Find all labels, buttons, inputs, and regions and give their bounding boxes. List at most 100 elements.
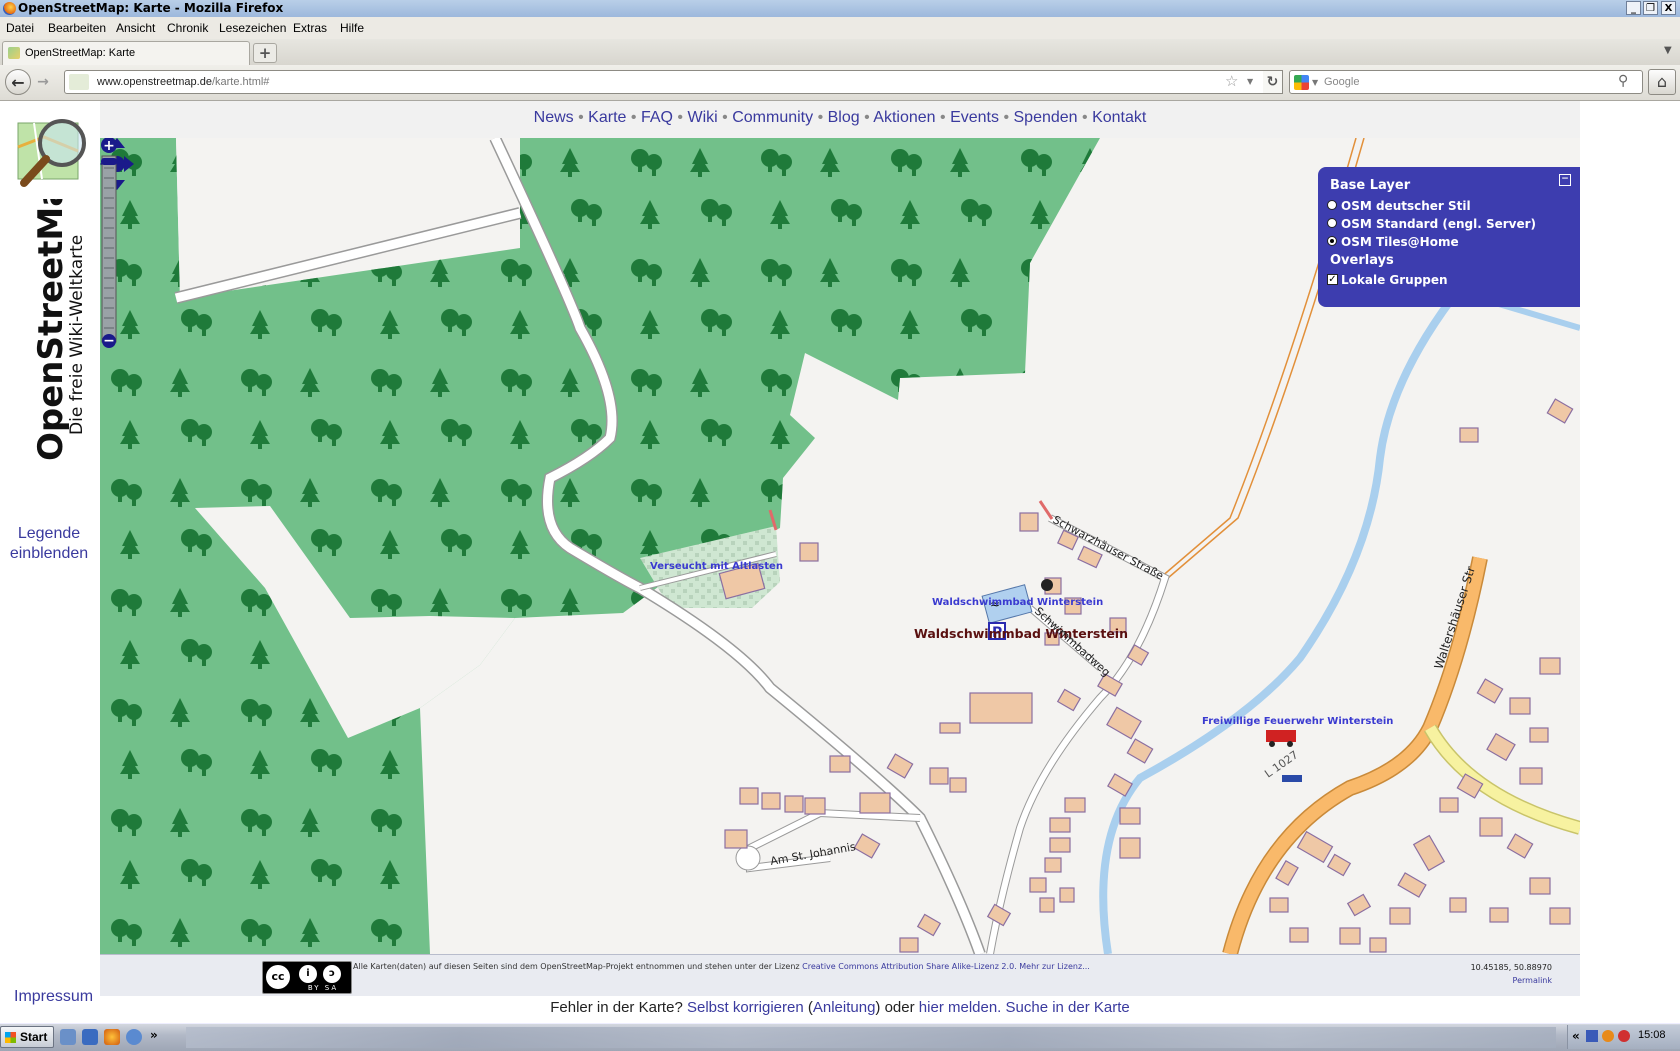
tab-list-chevron-icon[interactable]: ▼ — [1664, 45, 1672, 56]
guide-link[interactable]: Anleitung — [813, 999, 876, 1016]
app-quicklaunch-icon[interactable] — [126, 1029, 142, 1045]
firefox-icon — [3, 2, 16, 15]
nav-kontakt[interactable]: Kontakt — [1092, 109, 1146, 126]
base-layer-option-standard[interactable]: OSM Standard (engl. Server) — [1327, 217, 1537, 231]
license-link[interactable]: Creative Commons Attribution Share Alike… — [802, 962, 1017, 971]
tray-app-icon-2[interactable] — [1602, 1030, 1614, 1042]
url-bar[interactable]: www.openstreetmap.de/karte.html# ☆ ▼ — [64, 70, 1269, 94]
search-magnifier-icon[interactable]: ⚲ — [1618, 73, 1628, 89]
menu-datei[interactable]: Datei — [6, 21, 34, 35]
checkbox-checked[interactable]: ✓ — [1327, 274, 1338, 285]
osm-logo[interactable] — [14, 117, 96, 197]
reload-button[interactable]: ↻ — [1263, 70, 1283, 94]
license-more-link[interactable]: Mehr zur Lizenz... — [1019, 962, 1090, 971]
site-navigation-links: News • Karte • FAQ • Wiki • Community • … — [100, 109, 1580, 127]
cc-icon: cc — [266, 965, 290, 989]
bus-stop-icon[interactable] — [1282, 775, 1302, 782]
label-altlasten: Verseucht mit Altlasten — [650, 561, 783, 572]
tab-openstreetmap-karte[interactable]: OpenStreetMap: Karte — [2, 41, 250, 65]
new-tab-button[interactable]: + — [253, 43, 277, 63]
tray-expand-icon[interactable]: « — [1572, 1029, 1580, 1043]
nav-wiki[interactable]: Wiki — [687, 109, 717, 126]
search-bar[interactable]: ▼ Google ⚲ — [1289, 70, 1643, 94]
search-engine-dropdown-icon[interactable]: ▼ — [1312, 78, 1318, 87]
url-path: /karte.html# — [211, 76, 270, 88]
nav-events[interactable]: Events — [950, 109, 999, 126]
base-layer-option-tilesathome[interactable]: OSM Tiles@Home — [1327, 235, 1459, 249]
option-label: Lokale Gruppen — [1341, 273, 1448, 287]
home-button[interactable]: ⌂ — [1648, 69, 1676, 95]
site-identity-icon[interactable] — [69, 74, 89, 90]
maximize-button[interactable]: ❐ — [1643, 1, 1658, 15]
label-feuerwehr: Freiwillige Feuerwehr Winterstein — [1202, 716, 1393, 727]
menu-extras[interactable]: Extras — [293, 21, 327, 35]
google-engine-icon[interactable] — [1294, 75, 1309, 90]
show-legend-link[interactable]: Legende einblenden — [8, 524, 90, 564]
label-freibad-small: Waldschwimmbad Winterstein — [932, 597, 1103, 608]
search-map-link[interactable]: Suche in der Karte — [1006, 999, 1130, 1016]
close-button[interactable]: X — [1661, 1, 1676, 15]
base-layer-option-deutsch[interactable]: OSM deutscher Stil — [1327, 199, 1471, 213]
license-text: Alle Karten(daten) auf diesen Seiten sin… — [353, 962, 1090, 971]
radio-button[interactable] — [1327, 200, 1337, 210]
menu-hilfe[interactable]: Hilfe — [340, 21, 364, 35]
menu-chronik[interactable]: Chronik — [167, 21, 208, 35]
map-footer: cc i ↄ BY SA Alle Karten(daten) auf dies… — [100, 954, 1580, 996]
quicklaunch-expand-icon[interactable]: » — [150, 1028, 158, 1042]
share-alike-icon: ↄ — [323, 965, 341, 983]
start-button[interactable]: Start — [0, 1026, 54, 1048]
nav-spenden[interactable]: Spenden — [1014, 109, 1078, 126]
zoom-slider-track[interactable] — [101, 155, 117, 343]
report-link[interactable]: hier melden. — [919, 999, 1002, 1016]
overlay-option-lokale-gruppen[interactable]: ✓ Lokale Gruppen — [1327, 273, 1448, 287]
map-viewport[interactable]: ≈ P Verseucht mit Altlasten Waldschwimmb… — [100, 138, 1580, 954]
layer-switcher-minimize-icon[interactable]: − — [1559, 174, 1571, 186]
url-history-dropdown-icon[interactable]: ▼ — [1247, 77, 1253, 86]
show-desktop-icon[interactable] — [60, 1029, 76, 1045]
radio-button-selected[interactable] — [1327, 236, 1337, 246]
menu-bar: Datei Bearbeiten Ansicht Chronik Lesezei… — [0, 17, 1680, 39]
self-correct-link[interactable]: Selbst korrigieren — [687, 999, 804, 1016]
cafe-icon[interactable] — [1041, 579, 1053, 591]
bookmark-star-icon[interactable]: ☆ — [1225, 72, 1238, 90]
radio-button[interactable] — [1327, 218, 1337, 228]
taskbar-clock: 15:08 — [1638, 1029, 1666, 1041]
error-or: oder — [884, 999, 915, 1016]
error-prefix: Fehler in der Karte? — [550, 999, 683, 1016]
nav-karte[interactable]: Karte — [588, 109, 626, 126]
cc-by-sa-badge[interactable]: cc i ↄ BY SA — [262, 961, 352, 994]
back-button[interactable]: ← — [5, 69, 31, 95]
nav-separator: • — [1003, 109, 1010, 126]
osm-favicon — [8, 47, 20, 59]
nav-separator: • — [677, 109, 684, 126]
menu-ansicht[interactable]: Ansicht — [116, 21, 155, 35]
tray-app-icon-3[interactable] — [1618, 1030, 1630, 1042]
pan-right-icon[interactable] — [124, 156, 134, 172]
taskbar: Start » « 15:08 — [0, 1023, 1680, 1051]
minimize-button[interactable]: _ — [1626, 1, 1641, 15]
forward-button[interactable]: → — [33, 73, 53, 93]
ie-icon[interactable] — [82, 1029, 98, 1045]
window-title-bar: OpenStreetMap: Karte - Mozilla Firefox _… — [0, 0, 1680, 17]
zoom-out-icon: − — [103, 333, 115, 348]
nav-faq[interactable]: FAQ — [641, 109, 673, 126]
menu-lesezeichen[interactable]: Lesezeichen — [219, 21, 286, 35]
zoom-slider-handle[interactable] — [101, 158, 117, 165]
nav-community[interactable]: Community — [732, 109, 813, 126]
zoom-control[interactable]: + − — [100, 138, 118, 348]
url-text[interactable]: www.openstreetmap.de/karte.html# — [97, 76, 269, 88]
window-title: OpenStreetMap: Karte - Mozilla Firefox — [18, 1, 284, 15]
nav-news[interactable]: News — [534, 109, 574, 126]
base-layer-heading: Base Layer — [1330, 178, 1411, 193]
permalink-link[interactable]: Permalink — [1513, 976, 1552, 985]
option-label: OSM Standard (engl. Server) — [1341, 217, 1537, 231]
firefox-quicklaunch-icon[interactable] — [104, 1029, 120, 1045]
taskbar-window-buttons[interactable] — [186, 1027, 1556, 1048]
nav-aktionen[interactable]: Aktionen — [873, 109, 935, 126]
navigation-toolbar: ← → www.openstreetmap.de/karte.html# ☆ ▼… — [0, 65, 1680, 101]
tray-app-icon[interactable] — [1586, 1030, 1598, 1042]
attribution-icon: i — [299, 965, 317, 983]
menu-bearbeiten[interactable]: Bearbeiten — [48, 21, 106, 35]
nav-blog[interactable]: Blog — [828, 109, 860, 126]
nav-separator: • — [578, 109, 584, 126]
